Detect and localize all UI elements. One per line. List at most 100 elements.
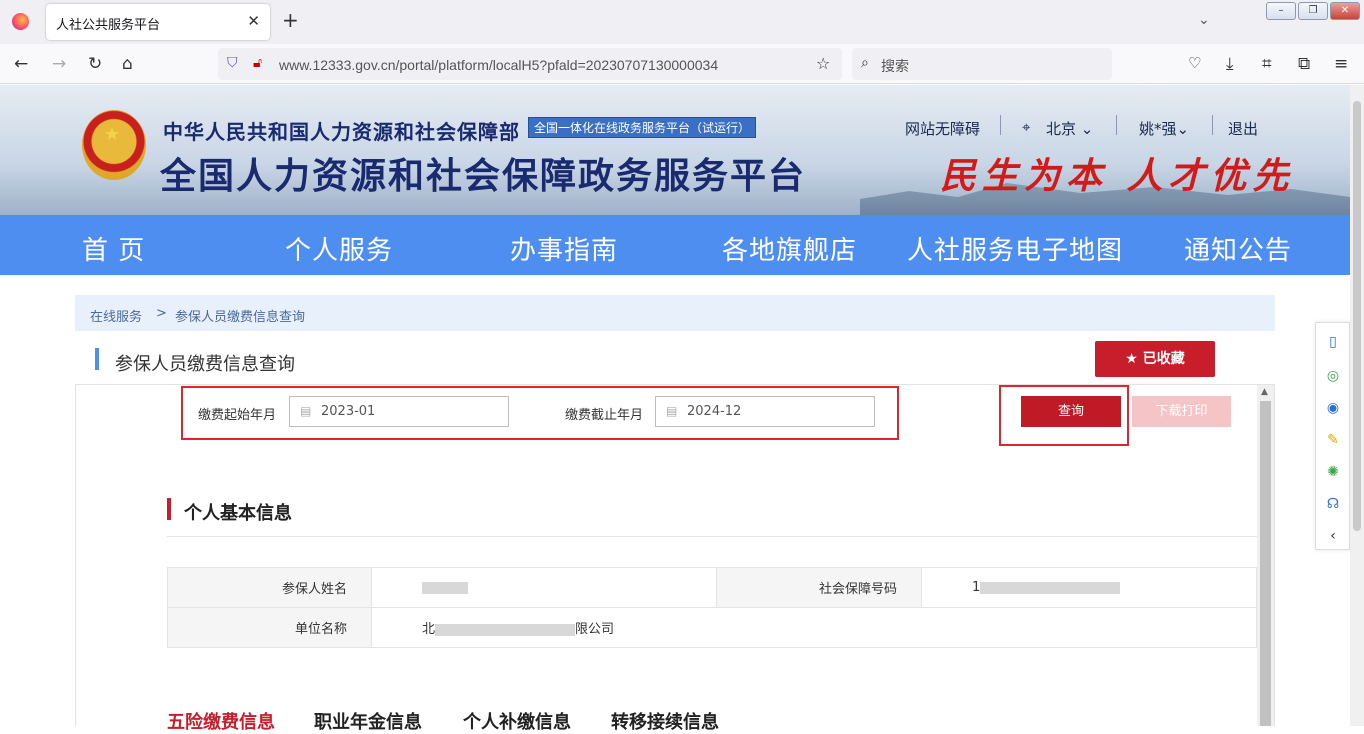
chevron-down-icon: ⌄ — [1080, 120, 1094, 138]
national-emblem-logo: ★ — [82, 110, 146, 180]
platform-badge: 全国一体化在线政务服务平台（试运行） — [528, 117, 757, 138]
address-bar[interactable]: ⛉ 🔓︎ www.12333.gov.cn/portal/platform/lo… — [218, 48, 842, 80]
pocket-icon[interactable]: ♡ — [1188, 54, 1201, 72]
home-icon[interactable]: ⌂ — [122, 54, 133, 74]
insecure-lock-icon[interactable]: 🔓︎ — [253, 55, 262, 71]
company-prefix: 北 — [422, 622, 436, 637]
floating-toolbar: ▯ ◎ ◉ ✎ ✺ ☊ ‹ — [1315, 322, 1350, 550]
start-date-input[interactable]: ▤ 2023-01 — [289, 396, 509, 427]
favorite-label: 已收藏 — [1142, 351, 1185, 367]
city-selector[interactable]: 北京 ⌄ — [1046, 118, 1093, 139]
service-icon[interactable]: ☊ — [1324, 495, 1342, 513]
company-suffix: 限公司 — [575, 622, 615, 637]
redacted-name — [422, 581, 468, 594]
window-controls: – ❐ ✕ — [1266, 2, 1360, 20]
tab-transfer[interactable]: 转移接续信息 — [611, 708, 719, 734]
back-icon[interactable]: ← — [14, 54, 28, 74]
redacted-company — [435, 623, 576, 636]
end-date-input[interactable]: ▤ 2024-12 — [655, 396, 875, 427]
table-row: 单位名称 北 限公司 — [167, 607, 1257, 648]
nav-notices[interactable]: 通知公告 — [1184, 230, 1292, 267]
mobile-icon[interactable]: ▯ — [1324, 333, 1342, 351]
collapse-chevron-icon[interactable]: ‹ — [1324, 527, 1342, 545]
calendar-icon: ▤ — [300, 404, 312, 418]
basic-info-table: 参保人姓名 社会保障号码 1 单位名称 北 限公司 — [167, 567, 1257, 648]
menu-icon[interactable]: ≡ — [1334, 54, 1348, 74]
tab-annuity[interactable]: 职业年金信息 — [314, 708, 422, 734]
page-title: 参保人员缴费信息查询 — [115, 354, 295, 375]
search-box[interactable]: ⌕ 搜索 — [852, 48, 1112, 80]
extensions-icon[interactable]: ⧉ — [1298, 54, 1310, 74]
nav-service-map[interactable]: 人社服务电子地图 — [907, 230, 1123, 267]
query-button[interactable]: 查询 — [1021, 396, 1121, 427]
nav-guide[interactable]: 办事指南 — [510, 230, 618, 267]
breadcrumb-current: 参保人员缴费信息查询 — [175, 310, 306, 325]
table-row: 参保人姓名 社会保障号码 1 — [167, 567, 1257, 608]
minimize-icon[interactable]: – — [1266, 2, 1296, 20]
logout-link[interactable]: 退出 — [1228, 118, 1258, 139]
redacted-ssn — [980, 581, 1121, 594]
end-date-label: 缴费截止年月 — [565, 408, 644, 423]
slogan: 民生为本 人才优先 — [940, 155, 1295, 197]
scroll-thumb[interactable] — [1260, 401, 1271, 726]
browser-tabbar: 人社公共服务平台 ✕ + ⌄ – ❐ ✕ — [0, 0, 1364, 44]
tab-title: 人社公共服务平台 — [56, 18, 161, 33]
nav-home[interactable]: 首 页 — [82, 230, 145, 267]
breadcrumb: 在线服务 > 参保人员缴费信息查询 — [75, 295, 1275, 331]
tab-close-icon[interactable]: ✕ — [247, 12, 260, 30]
shield-icon[interactable]: ⛉ — [227, 55, 238, 71]
platform-name: 全国人力资源和社会保障政务服务平台 — [160, 156, 807, 197]
ministry-name: 中华人民共和国人力资源和社会保障部 — [163, 120, 520, 144]
crop-icon[interactable]: ⌗ — [1262, 54, 1272, 74]
nav-personal-service[interactable]: 个人服务 — [285, 230, 393, 267]
star-icon: ★ — [1125, 351, 1138, 367]
bookmark-star-icon[interactable]: ☆ — [816, 54, 830, 73]
weibo-icon[interactable]: ◉ — [1324, 399, 1342, 417]
start-date-value: 2023-01 — [321, 404, 376, 419]
breadcrumb-root[interactable]: 在线服务 — [90, 306, 142, 325]
reload-icon[interactable]: ↻ — [88, 54, 102, 74]
basic-info-title: 个人基本信息 — [184, 503, 292, 524]
download-print-button[interactable]: 下载打印 — [1132, 396, 1231, 427]
start-date-label: 缴费起始年月 — [198, 408, 277, 423]
app-icon[interactable]: ✺ — [1324, 463, 1342, 481]
restore-icon[interactable]: ❐ — [1298, 2, 1328, 20]
close-window-icon[interactable]: ✕ — [1330, 2, 1360, 20]
page-scrollbar[interactable] — [1350, 85, 1364, 726]
name-label: 参保人姓名 — [167, 567, 372, 608]
scroll-up-icon[interactable]: ▲ — [1261, 387, 1268, 397]
url-text: www.12333.gov.cn/portal/platform/localH5… — [279, 57, 719, 73]
user-menu[interactable]: 姚*强⌄ — [1139, 118, 1189, 139]
divider — [1212, 115, 1213, 135]
feedback-icon[interactable]: ✎ — [1324, 431, 1342, 449]
frame-scrollbar[interactable]: ▲ — [1257, 385, 1274, 726]
download-icon[interactable]: ⤓ — [1226, 54, 1234, 74]
ssn-label: 社会保障号码 — [716, 567, 922, 608]
firefox-icon — [12, 13, 29, 30]
browser-tab[interactable]: 人社公共服务平台 ✕ — [46, 4, 270, 40]
browser-navbar: ← → ↻ ⌂ ⛉ 🔓︎ www.12333.gov.cn/portal/pla… — [0, 44, 1364, 84]
company-value: 北 限公司 — [371, 607, 1257, 648]
section-accent — [167, 498, 171, 520]
nav-local-stores[interactable]: 各地旗舰店 — [722, 230, 857, 267]
user-name: 姚*强 — [1139, 120, 1177, 138]
company-label: 单位名称 — [167, 607, 372, 648]
site-header: ★ 中华人民共和国人力资源和社会保障部 全国一体化在线政务服务平台（试运行） 全… — [0, 85, 1350, 215]
divider — [1000, 115, 1001, 135]
calendar-icon: ▤ — [666, 404, 678, 418]
ssn-prefix: 1 — [972, 580, 981, 595]
name-value — [371, 567, 717, 608]
end-date-value: 2024-12 — [687, 404, 742, 419]
forward-icon[interactable]: → — [52, 54, 66, 74]
new-tab-icon[interactable]: + — [282, 8, 299, 32]
location-pin-icon: ⌖ — [1022, 118, 1031, 136]
city-label: 北京 — [1046, 120, 1077, 138]
tab-five-insurance[interactable]: 五险缴费信息 — [167, 708, 275, 734]
accessible-link[interactable]: 网站无障碍 — [905, 118, 980, 139]
favorite-button[interactable]: ★ 已收藏 — [1095, 341, 1215, 377]
page-scroll-thumb[interactable] — [1353, 101, 1361, 531]
chevron-down-icon: ⌄ — [1176, 120, 1190, 138]
wechat-icon[interactable]: ◎ — [1324, 367, 1342, 385]
tab-supplementary[interactable]: 个人补缴信息 — [463, 708, 571, 734]
tab-list-chevron-icon[interactable]: ⌄ — [1198, 12, 1210, 28]
